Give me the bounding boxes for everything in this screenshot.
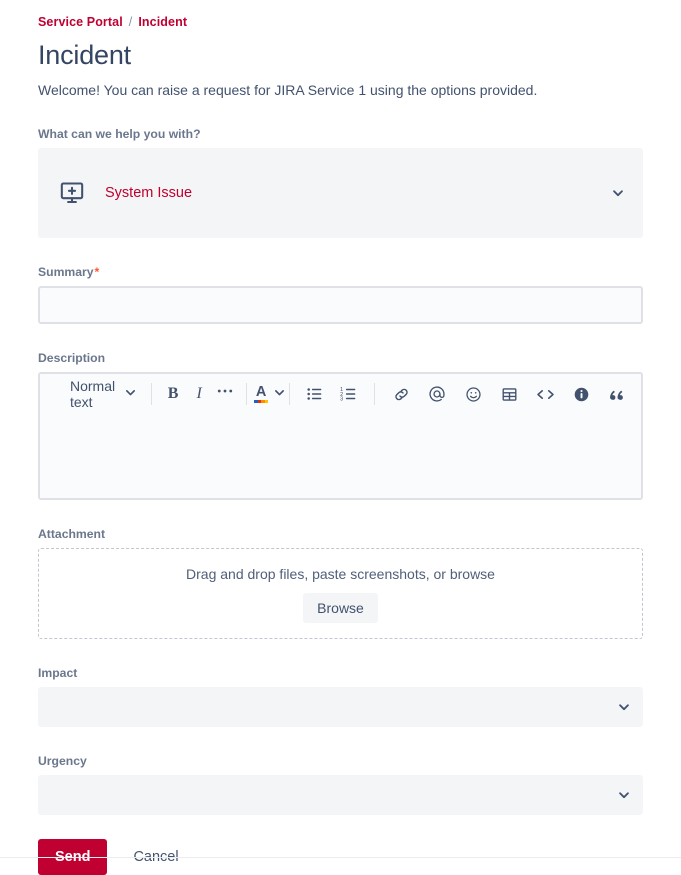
description-textarea[interactable] — [40, 414, 641, 498]
chevron-down-icon[interactable] — [611, 186, 625, 200]
impact-select[interactable] — [38, 687, 643, 727]
description-label: Description — [38, 351, 106, 365]
incident-request-page: Service Portal / Incident Incident Welcome… — [0, 0, 681, 875]
chevron-down-icon — [124, 386, 137, 402]
breadcrumb-item-incident[interactable]: Incident — [138, 15, 187, 29]
breadcrumb-item-service-portal[interactable]: Service Portal — [38, 15, 123, 29]
summary-label-text: Summary — [38, 265, 94, 279]
request-type-label: What can we help you with? — [38, 127, 201, 141]
toolbar-divider — [289, 383, 291, 405]
chevron-down-icon — [273, 386, 286, 402]
attachment-field: Attachment Drag and drop files, paste sc… — [38, 526, 643, 639]
quote-button[interactable] — [604, 380, 630, 408]
impact-field: Impact — [38, 665, 643, 727]
page-title: Incident — [38, 40, 131, 70]
svg-text:3: 3 — [340, 397, 343, 403]
attachment-label: Attachment — [38, 527, 106, 541]
toolbar-divider — [246, 383, 248, 405]
more-formatting-button[interactable] — [212, 380, 238, 408]
italic-button[interactable]: I — [186, 380, 212, 408]
toolbar-divider — [374, 383, 376, 405]
chevron-down-icon[interactable] — [617, 788, 631, 802]
required-marker: * — [94, 265, 100, 279]
code-button[interactable] — [532, 380, 558, 408]
insert-more-button[interactable] — [635, 380, 641, 408]
request-type-value: System Issue — [105, 185, 193, 201]
summary-field: Summary* — [38, 264, 643, 324]
summary-label: Summary* — [38, 264, 643, 280]
text-style-label: Normal text — [70, 378, 116, 410]
info-panel-button[interactable] — [568, 380, 594, 408]
breadcrumb-separator: / — [128, 15, 133, 29]
description-field: Description Normal text B I A 1 2 3 — [38, 350, 643, 500]
description-editor: Normal text B I A 1 2 3 — [38, 372, 643, 500]
mention-button[interactable] — [424, 380, 450, 408]
text-color-button[interactable]: A — [254, 380, 285, 408]
attachment-dropzone[interactable]: Drag and drop files, paste screenshots, … — [38, 548, 643, 639]
urgency-label: Urgency — [38, 754, 87, 768]
page-intro-text: Welcome! You can raise a request for JIR… — [38, 82, 538, 98]
urgency-select[interactable] — [38, 775, 643, 815]
emoji-button[interactable] — [460, 380, 486, 408]
urgency-field: Urgency — [38, 753, 643, 815]
numbered-list-button[interactable]: 1 2 3 — [336, 380, 362, 408]
dropzone-hint-text: Drag and drop files, paste screenshots, … — [186, 566, 495, 582]
request-type-selector[interactable]: System Issue — [38, 148, 643, 238]
bullet-list-button[interactable] — [302, 380, 328, 408]
chevron-down-icon[interactable] — [617, 700, 631, 714]
link-button[interactable] — [388, 380, 414, 408]
editor-toolbar: Normal text B I A 1 2 3 — [40, 374, 641, 414]
breadcrumb: Service Portal / Incident — [38, 0, 643, 30]
text-style-dropdown[interactable]: Normal text — [50, 378, 143, 410]
request-type-field: What can we help you with? System Issue — [38, 126, 643, 238]
impact-label: Impact — [38, 666, 78, 680]
bottom-divider — [0, 857, 681, 858]
table-button[interactable] — [496, 380, 522, 408]
text-color-icon: A — [254, 385, 269, 403]
toolbar-divider — [151, 383, 153, 405]
summary-input[interactable] — [38, 286, 643, 324]
bold-button[interactable]: B — [160, 380, 186, 408]
monitor-plus-icon — [58, 179, 86, 207]
browse-button[interactable]: Browse — [303, 593, 378, 623]
